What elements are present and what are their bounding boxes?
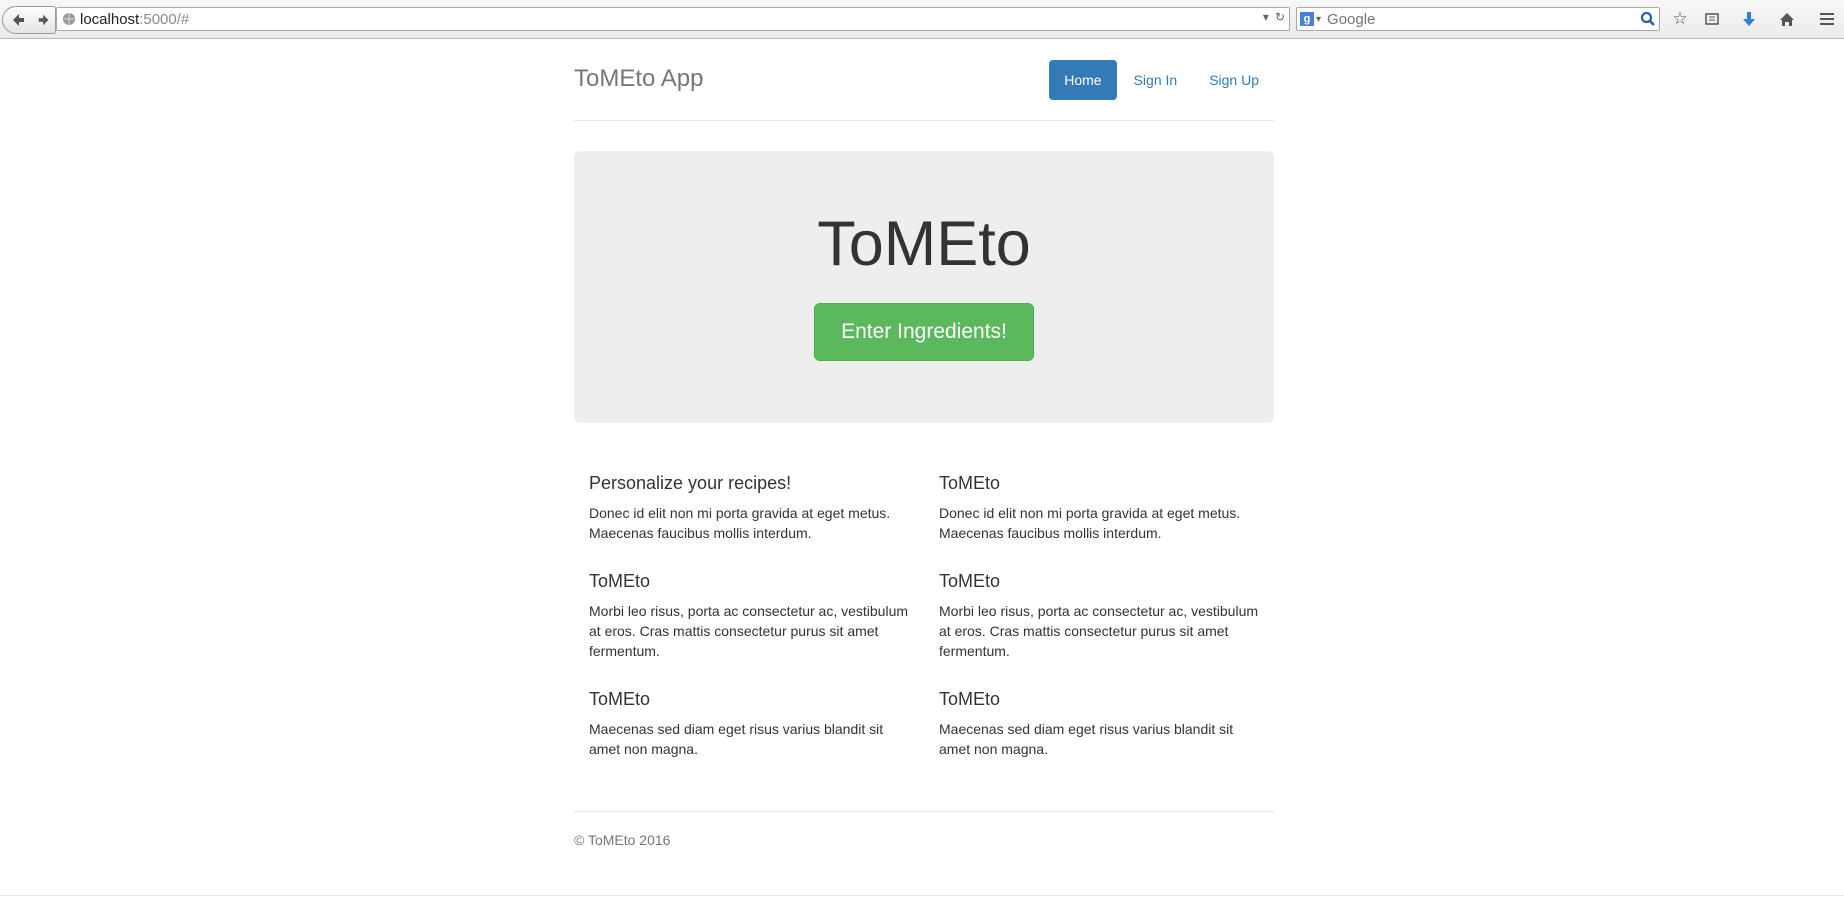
item-title: ToMEto (939, 571, 1001, 591)
marketing-item: ToMEto Maecenas sed diam eget risus vari… (939, 689, 1259, 787)
reload-icon[interactable]: ↻ (1275, 10, 1285, 24)
marketing-section: Personalize your recipes! Donec id elit … (574, 473, 1274, 787)
forward-button[interactable] (33, 6, 56, 34)
page-container: ToMEto App Home Sign In Sign Up ToMEto E… (574, 38, 1274, 787)
item-text: Donec id elit non mi porta gravida at eg… (589, 505, 891, 541)
item-title: ToMEto (589, 689, 651, 709)
brand-title: ToMEto App (574, 65, 704, 92)
item-text: Morbi leo risus, porta ac consectetur ac… (939, 603, 1259, 659)
forward-arrow-icon (38, 14, 49, 26)
dropdown-icon[interactable]: ▾ (1263, 10, 1269, 24)
back-arrow-icon (13, 14, 24, 26)
marketing-item: ToMEto Maecenas sed diam eget risus vari… (589, 689, 909, 787)
nav-sign-up[interactable]: Sign Up (1194, 60, 1274, 100)
marketing-left-column: Personalize your recipes! Donec id elit … (574, 473, 924, 787)
bookmark-star-icon[interactable]: ☆ (1669, 8, 1691, 30)
marketing-right-column: ToMEto Donec id elit non mi porta gravid… (924, 473, 1274, 787)
page-header: ToMEto App Home Sign In Sign Up (574, 38, 1274, 121)
item-text: Morbi leo risus, porta ac consectetur ac… (589, 603, 909, 659)
main-nav: Home Sign In Sign Up (1047, 60, 1274, 100)
nav-home[interactable]: Home (1049, 60, 1117, 100)
reading-list-icon[interactable] (1701, 8, 1723, 30)
menu-icon[interactable] (1816, 8, 1838, 30)
download-icon[interactable] (1738, 8, 1760, 30)
nav-sign-in[interactable]: Sign In (1119, 60, 1193, 100)
globe-icon (63, 13, 75, 25)
marketing-item: ToMEto Donec id elit non mi porta gravid… (939, 473, 1259, 571)
marketing-item: Personalize your recipes! Donec id elit … (589, 473, 909, 571)
page-footer: © ToMEto 2016 (574, 811, 1274, 848)
marketing-item: ToMEto Morbi leo risus, porta ac consect… (589, 571, 909, 689)
url-text: localhost:5000/# (80, 11, 189, 28)
item-title: ToMEto (939, 689, 1001, 709)
search-icon[interactable] (1640, 11, 1656, 27)
google-icon[interactable]: g (1300, 12, 1314, 26)
url-path: :5000/# (139, 10, 190, 28)
url-host: localhost (80, 10, 140, 28)
home-icon[interactable] (1776, 8, 1798, 30)
back-button[interactable] (2, 6, 34, 34)
url-bar[interactable]: localhost:5000/# ▾ ↻ (56, 7, 1290, 31)
item-title: ToMEto (939, 473, 1001, 493)
engine-dropdown-icon[interactable]: ▾ (1316, 14, 1321, 25)
enter-ingredients-button[interactable]: Enter Ingredients! (814, 303, 1034, 361)
page-bottom-divider (0, 895, 1844, 896)
item-title: Personalize your recipes! (589, 473, 792, 493)
marketing-item: ToMEto Morbi leo risus, porta ac consect… (939, 571, 1259, 689)
item-text: Donec id elit non mi porta gravida at eg… (939, 505, 1241, 541)
search-input[interactable] (1325, 9, 1640, 29)
item-text: Maecenas sed diam eget risus varius blan… (589, 721, 884, 757)
item-title: ToMEto (589, 571, 651, 591)
search-bar[interactable]: g ▾ (1296, 7, 1660, 31)
jumbotron: ToMEto Enter Ingredients! (574, 151, 1274, 423)
footer-copyright: © ToMEto 2016 (574, 832, 671, 848)
jumbotron-title: ToMEto (817, 209, 1031, 279)
item-text: Maecenas sed diam eget risus varius blan… (939, 721, 1234, 757)
browser-toolbar: localhost:5000/# ▾ ↻ g ▾ ☆ (0, 0, 1844, 39)
